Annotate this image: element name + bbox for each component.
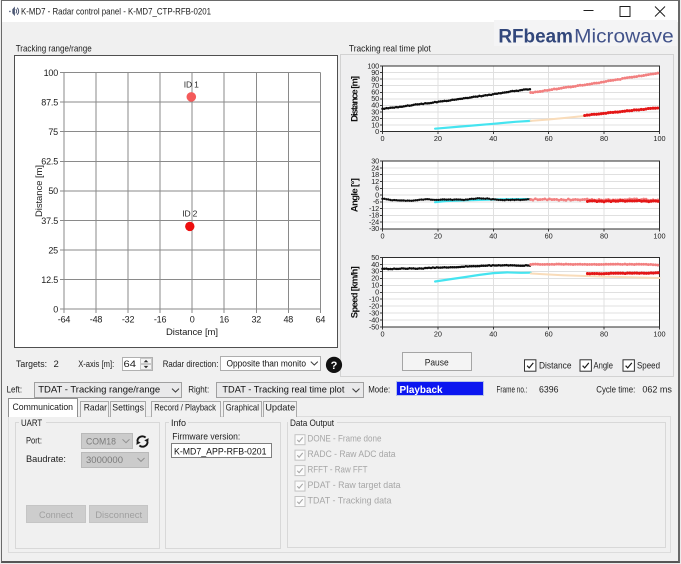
svg-text:2: 2 [54,359,59,370]
svg-text:3000000: 3000000 [86,455,123,466]
svg-text:Right:: Right: [188,385,209,396]
svg-text:Pause: Pause [425,358,449,369]
svg-text:Tracking real time plot: Tracking real time plot [349,44,431,55]
svg-text:RFFT - Raw FFT: RFFT - Raw FFT [308,465,368,476]
svg-text:TDAT - Tracking real time plot: TDAT - Tracking real time plot [222,385,344,396]
svg-text:Data Output: Data Output [290,418,334,429]
svg-text:Graphical: Graphical [226,402,259,413]
svg-text:Frame no.:: Frame no.: [497,385,528,396]
svg-text:6396: 6396 [539,385,559,396]
svg-text:TDAT - Tracking data: TDAT - Tracking data [308,495,393,506]
svg-text:Port:: Port: [26,436,42,447]
svg-text:Firmware version:: Firmware version: [172,432,240,443]
svg-text:X-axis [m]:: X-axis [m]: [78,359,114,370]
svg-text:Left:: Left: [7,385,23,396]
svg-text:Angle: Angle [594,360,614,371]
svg-text:Opposite than monito: Opposite than monito [227,359,307,370]
svg-text:TDAT - Tracking range/range: TDAT - Tracking range/range [38,385,160,396]
svg-text:062 ms: 062 ms [642,385,672,396]
svg-text:?: ? [331,360,338,372]
svg-text:Targets:: Targets: [16,359,47,370]
svg-text:Radar direction:: Radar direction: [163,359,219,370]
svg-text:Speed: Speed [637,360,660,371]
svg-text:Info: Info [171,418,186,429]
svg-text:K-MD7 - Radar control panel -: K-MD7 - Radar control panel - K-MD7_CTP-… [21,6,211,17]
svg-text:Communication: Communication [13,402,74,413]
svg-text:COM18: COM18 [86,437,116,448]
svg-text:Tracking range/range: Tracking range/range [16,44,92,55]
svg-text:Radar: Radar [84,402,107,413]
svg-text:Settings: Settings [112,402,144,413]
svg-text:Update: Update [265,402,295,413]
svg-text:Record / Playback: Record / Playback [154,402,216,413]
svg-text:Microwave: Microwave [574,26,674,47]
svg-text:Baudrate:: Baudrate: [26,454,66,465]
svg-text:Disconnect: Disconnect [95,510,142,521]
svg-text:PDAT - Raw target data: PDAT - Raw target data [308,480,402,491]
svg-text:K-MD7_APP-RFB-0201: K-MD7_APP-RFB-0201 [174,447,267,458]
svg-text:Mode:: Mode: [368,385,390,396]
svg-text:RFbeam: RFbeam [498,26,573,47]
svg-text:Playback: Playback [400,385,443,396]
svg-text:UART: UART [21,418,42,429]
svg-text:Cycle time:: Cycle time: [596,385,635,396]
svg-text:RADC - Raw ADC data: RADC - Raw ADC data [308,449,397,460]
svg-text:Connect: Connect [39,510,73,521]
svg-text:DONE - Frame done: DONE - Frame done [308,434,382,445]
svg-text:64: 64 [124,359,137,370]
svg-text:Distance: Distance [539,360,572,371]
